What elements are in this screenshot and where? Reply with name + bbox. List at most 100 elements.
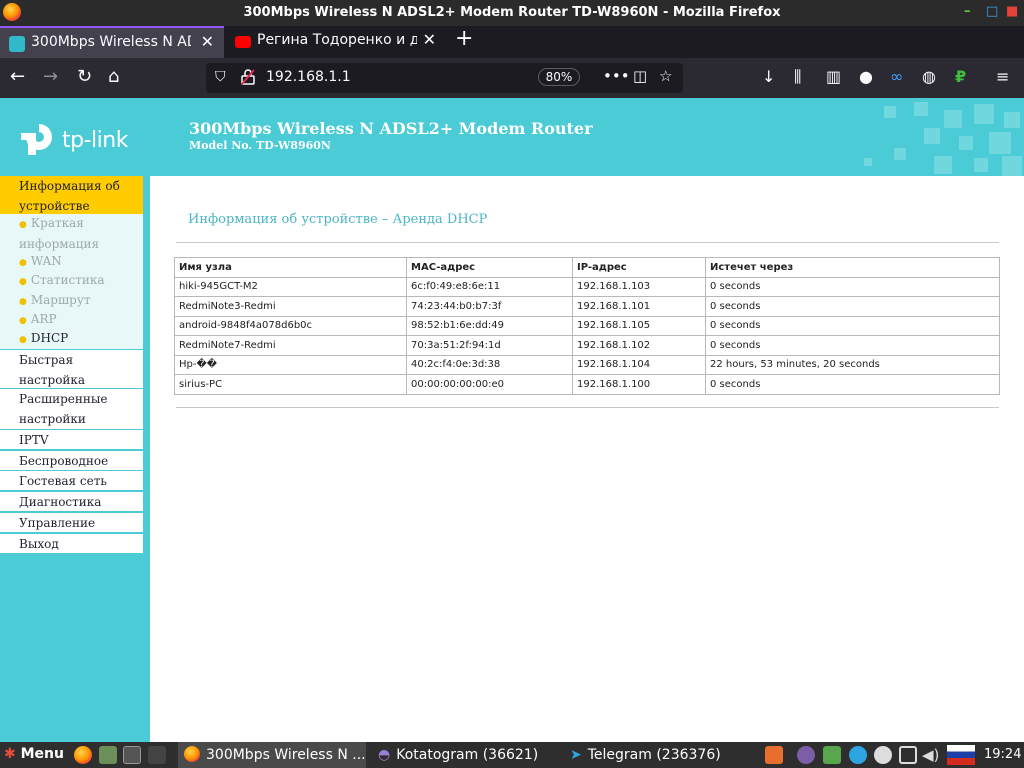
hamburger-menu-icon[interactable]: ≡ (996, 68, 1009, 86)
submenu-item-dhcp[interactable]: ● DHCP (19, 329, 68, 350)
youtube-favicon-icon (235, 36, 251, 48)
download-icon[interactable]: ↓ (762, 68, 775, 86)
router-header: tp-link 300Mbps Wireless N ADSL2+ Modem … (0, 98, 1024, 176)
firefox-icon (184, 746, 200, 762)
cell-ip: 192.168.1.101 (572, 296, 706, 317)
cell-expires: 0 seconds (705, 374, 1000, 395)
tab-close-icon[interactable]: ✕ (201, 32, 214, 51)
tray-firefox-icon[interactable] (765, 746, 783, 764)
sidebar-item-quick-setup[interactable]: Быстрая настройка (0, 350, 143, 388)
tab-label: Регина Тодоренко и дочь (257, 32, 417, 48)
tray-volume-icon[interactable]: ◀) (922, 746, 940, 764)
tray-telegram-icon[interactable] (849, 746, 867, 764)
sidebar-item-logout[interactable]: Выход (0, 534, 143, 553)
firefox-launcher-icon[interactable] (74, 746, 92, 764)
cell-mac: 70:3a:51:2f:94:1d (406, 335, 573, 356)
start-menu-button[interactable]: ✱ Menu (4, 746, 64, 762)
media-launcher-icon[interactable] (148, 746, 166, 764)
globe-icon[interactable]: ◍ (922, 68, 936, 86)
main-content: Информация об устройстве – Аренда DHCP И… (150, 176, 1024, 742)
submenu-item-wan[interactable]: ● WAN (19, 252, 62, 273)
cell-hostname: android-9848f4a078d6b0c (174, 315, 407, 336)
zoom-indicator[interactable]: 80% (538, 68, 580, 86)
header-decoration (864, 102, 1022, 176)
account-icon[interactable]: ● (859, 68, 873, 86)
tab-close-icon[interactable]: ✕ (423, 30, 436, 49)
bookmark-star-icon[interactable]: ☆ (659, 67, 672, 85)
web-page: tp-link 300Mbps Wireless N ADSL2+ Modem … (0, 98, 1024, 742)
submenu-item-route[interactable]: ● Маршрут (19, 291, 91, 312)
divider (176, 407, 999, 408)
bullet-icon: ● (19, 220, 27, 230)
submenu-item-summary[interactable]: ● Краткая информация (19, 214, 143, 254)
page-actions-button[interactable]: ••• (603, 67, 630, 85)
cell-ip: 192.168.1.104 (572, 354, 706, 375)
reload-button[interactable]: ↻ (77, 66, 92, 88)
clock[interactable]: 19:24 (984, 747, 1021, 762)
router-model: Model No. TD-W8960N (189, 139, 331, 152)
cell-hostname: RedmiNote3-Redmi (174, 296, 407, 317)
new-tab-button[interactable]: + (455, 26, 473, 51)
sidebar-item-wireless[interactable]: Беспроводное (0, 451, 143, 470)
tray-kotatogram-icon[interactable] (797, 746, 815, 764)
cell-mac: 40:2c:f4:0e:3d:38 (406, 354, 573, 375)
divider (176, 242, 999, 243)
column-header-mac: MAC-адрес (406, 257, 573, 278)
tp-link-logo-icon (21, 124, 52, 155)
tray-notifications-icon[interactable] (899, 746, 917, 764)
close-button[interactable]: ■ (1006, 4, 1018, 19)
extension-icon[interactable]: ∞ (890, 68, 903, 86)
bullet-icon: ● (19, 316, 27, 326)
files-launcher-icon[interactable] (99, 746, 117, 764)
sidebar-item-management[interactable]: Управление (0, 513, 143, 532)
tray-power-icon[interactable] (874, 746, 892, 764)
tray-shield-icon[interactable] (823, 746, 841, 764)
sidebar-icon[interactable]: ▥ (826, 68, 841, 86)
sidebar-item-device-info[interactable]: Информация об устройстве (0, 176, 143, 214)
router-title: 300Mbps Wireless N ADSL2+ Modem Router (189, 119, 593, 138)
back-button[interactable]: ← (10, 66, 25, 88)
minimize-button[interactable]: – (964, 4, 971, 19)
cell-hostname: hiki-945GCT-M2 (174, 276, 407, 297)
sidebar-menu: Информация об устройстве ● Краткая информ… (0, 176, 150, 742)
cell-mac: 74:23:44:b0:b7:3f (406, 296, 573, 317)
cell-hostname: RedmiNote7-Redmi (174, 335, 407, 356)
library-icon[interactable]: ⫼ (794, 68, 801, 86)
sidebar-item-iptv[interactable]: IPTV (0, 430, 143, 449)
table-row: Hp-�� 40:2c:f4:0e:3d:38 192.168.1.104 22… (174, 354, 1000, 375)
url-text[interactable]: 192.168.1.1 (266, 69, 351, 85)
tab-youtube[interactable]: Регина Тодоренко и дочь ✕ (226, 26, 446, 58)
table-row: android-9848f4a078d6b0c 98:52:b1:6e:dd:4… (174, 315, 1000, 336)
terminal-launcher-icon[interactable] (123, 746, 141, 764)
taskbar-task-telegram[interactable]: ➤ Telegram (236376) (566, 742, 752, 768)
column-header-hostname: Имя узла (174, 257, 407, 278)
address-bar[interactable]: ⛉ 192.168.1.1 80% ••• ◫ ☆ (206, 63, 683, 93)
cell-ip: 192.168.1.100 (572, 374, 706, 395)
ruble-extension-icon[interactable]: ₽ (955, 68, 966, 86)
sidebar-item-guest-network[interactable]: Гостевая сеть (0, 471, 143, 490)
insecure-lock-icon[interactable] (241, 69, 255, 85)
tab-router[interactable]: 300Mbps Wireless N ADSL2+ Modem Router T… (0, 26, 224, 58)
keyboard-layout-flag-icon[interactable] (947, 745, 975, 765)
forward-button[interactable]: → (43, 66, 58, 88)
submenu-item-arp[interactable]: ● ARP (19, 310, 57, 331)
sidebar-item-advanced[interactable]: Расширенные настройки (0, 389, 143, 429)
taskbar-task-kotatogram[interactable]: ◓ Kotatogram (36621) (374, 742, 560, 768)
sidebar-item-diagnostics[interactable]: Диагностика (0, 492, 143, 511)
maximize-button[interactable]: □ (986, 4, 998, 19)
tracking-shield-icon[interactable]: ⛉ (215, 69, 226, 85)
taskbar: ✱ Menu 300Mbps Wireless N ... ◓ Kotatogra… (0, 742, 1024, 768)
cell-expires: 0 seconds (705, 315, 1000, 336)
submenu-item-statistics[interactable]: ● Статистика (19, 271, 104, 292)
table-row: sirius-PC 00:00:00:00:00:e0 192.168.1.10… (174, 374, 1000, 395)
taskbar-task-firefox[interactable]: 300Mbps Wireless N ... (178, 742, 366, 768)
home-button[interactable]: ⌂ (108, 66, 119, 88)
table-header-row: Имя узла MAC-адрес IP-адрес Истечет чере… (174, 257, 1000, 278)
bullet-icon: ● (19, 335, 27, 345)
page-title: Информация об устройстве – Аренда DHCP (188, 212, 488, 227)
pocket-icon[interactable]: ◫ (633, 67, 647, 85)
kotatogram-icon: ◓ (378, 747, 391, 763)
tab-bar: 300Mbps Wireless N ADSL2+ Modem Router T… (0, 26, 1024, 58)
cell-hostname: Hp-�� (174, 354, 407, 375)
column-header-ip: IP-адрес (572, 257, 706, 278)
